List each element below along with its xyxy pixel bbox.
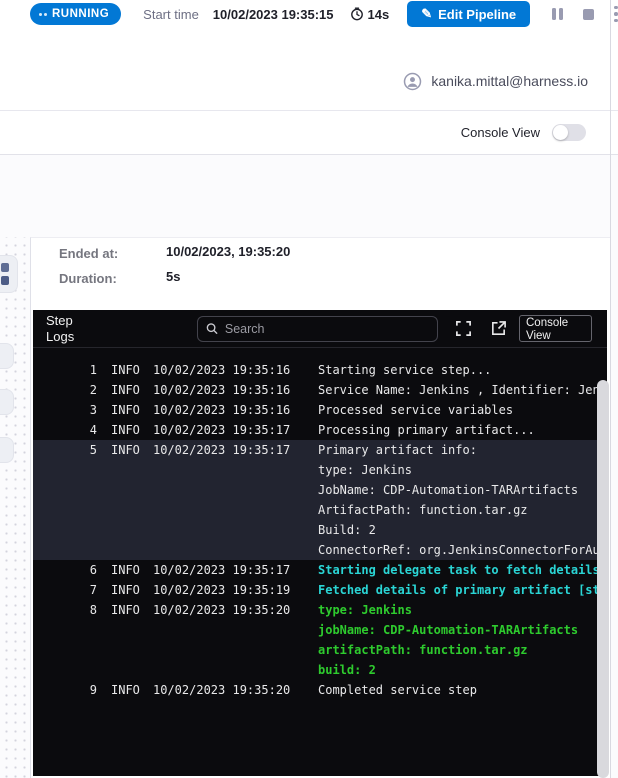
step-icon [1, 263, 9, 272]
fullscreen-icon[interactable] [453, 319, 473, 339]
step-icon [1, 276, 9, 285]
console-view-button[interactable]: Console View [519, 315, 592, 342]
running-dots-icon [39, 13, 47, 16]
scrollbar-thumb[interactable] [597, 380, 609, 778]
pipeline-node[interactable] [0, 255, 18, 293]
log-row: 8INFO10/02/2023 19:35:20type: Jenkinsjob… [33, 600, 607, 680]
console-view-toggle-label: Console View [461, 125, 540, 140]
status-badge: RUNNING [30, 3, 121, 25]
ended-at-label: Ended at: [59, 246, 118, 261]
elapsed-time: 14s [368, 7, 390, 22]
log-row: 1INFO10/02/2023 19:35:16Starting service… [33, 360, 607, 380]
edit-icon: ✎ [421, 6, 432, 22]
status-badge-label: RUNNING [52, 8, 109, 20]
console-header: Step Logs Console View [33, 310, 607, 348]
stop-icon[interactable] [583, 9, 594, 20]
search-icon [206, 322, 218, 335]
console-panel: Step Logs Console View 1INFO10/02/2023 1… [33, 310, 607, 776]
log-row: 7INFO10/02/2023 19:35:19Fetched details … [33, 580, 607, 600]
log-list: 1INFO10/02/2023 19:35:16Starting service… [33, 348, 607, 700]
ended-at-value: 10/02/2023, 19:35:20 [166, 244, 290, 259]
duration-label: Duration: [59, 271, 117, 286]
log-row: 5INFO10/02/2023 19:35:17Primary artifact… [33, 440, 607, 560]
log-row: 2INFO10/02/2023 19:35:16Service Name: Je… [33, 380, 607, 400]
pipeline-canvas [0, 237, 30, 778]
edit-pipeline-button[interactable]: ✎ Edit Pipeline [407, 1, 530, 27]
toggle-knob [553, 125, 568, 140]
pipeline-node[interactable] [0, 389, 14, 415]
start-time-value: 10/02/2023 19:35:15 [213, 7, 334, 22]
edit-pipeline-label: Edit Pipeline [438, 7, 516, 22]
tab-step-logs[interactable]: Step Logs [46, 313, 86, 345]
page-right-border [610, 0, 611, 778]
log-search-box [197, 316, 438, 342]
pause-icon[interactable] [552, 8, 563, 20]
user-email[interactable]: kanika.mittal@harness.io [431, 73, 588, 89]
user-icon [403, 72, 422, 91]
pipeline-node[interactable] [0, 437, 14, 463]
kebab-menu-icon[interactable] [614, 6, 618, 23]
log-row: 9INFO10/02/2023 19:35:20Completed servic… [33, 680, 607, 700]
search-input[interactable] [225, 322, 429, 336]
open-in-new-icon[interactable] [488, 319, 508, 339]
duration-value: 5s [166, 269, 180, 284]
log-row: 3INFO10/02/2023 19:35:16Processed servic… [33, 400, 607, 420]
console-view-toggle-row: Console View [0, 111, 610, 154]
execution-topbar: RUNNING Start time 10/02/2023 19:35:15 1… [0, 0, 618, 28]
user-row: kanika.mittal@harness.io [0, 66, 610, 96]
pipeline-node[interactable] [0, 343, 14, 369]
log-row: 6INFO10/02/2023 19:35:17Starting delegat… [33, 560, 607, 580]
clock-icon [350, 7, 364, 21]
console-view-toggle[interactable] [552, 124, 586, 141]
log-row: 4INFO10/02/2023 19:35:17Processing prima… [33, 420, 607, 440]
start-time-label: Start time [143, 7, 199, 22]
